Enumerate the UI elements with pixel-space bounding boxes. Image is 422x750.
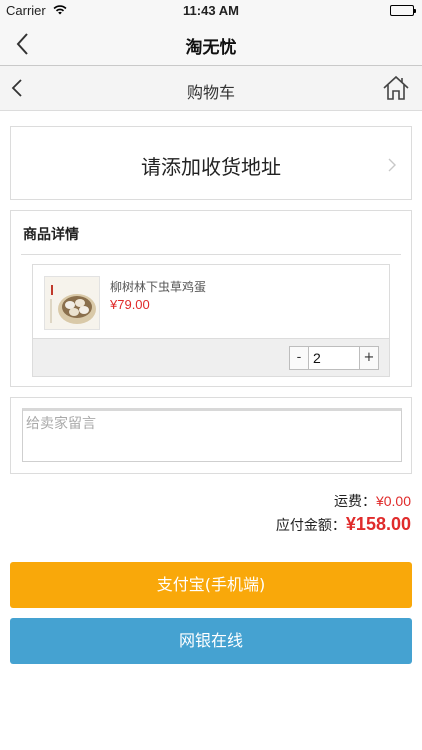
quantity-bar: - 2 + bbox=[33, 338, 389, 376]
page-title: 购物车 bbox=[186, 83, 235, 102]
seller-message-input[interactable]: 给卖家留言 bbox=[22, 408, 402, 462]
seller-message-card: 给卖家留言 bbox=[10, 397, 412, 474]
clock: 11:43 AM bbox=[183, 3, 239, 18]
product-name[interactable]: 柳树林下虫草鸡蛋 bbox=[110, 278, 206, 295]
quantity-input[interactable]: 2 bbox=[309, 347, 359, 369]
increase-quantity-button[interactable]: + bbox=[359, 347, 378, 369]
page-header: 购物车 bbox=[0, 66, 422, 111]
shipping-fee-row: 运费：¥0.00 bbox=[334, 491, 411, 511]
chevron-right-icon bbox=[387, 157, 397, 173]
status-bar: Carrier 11:43 AM bbox=[0, 0, 422, 22]
total-amount-row: 应付金额：¥158.00 bbox=[276, 514, 411, 535]
total-amount-value: ¥158.00 bbox=[345, 514, 411, 534]
add-address-label: 请添加收货地址 bbox=[141, 155, 281, 179]
shipping-fee-label: 运费： bbox=[333, 494, 376, 510]
quantity-stepper: - 2 + bbox=[289, 346, 379, 370]
online-banking-button[interactable]: 网银在线 bbox=[10, 618, 412, 664]
divider bbox=[21, 254, 401, 255]
total-amount-label: 应付金额： bbox=[275, 518, 346, 534]
alipay-button[interactable]: 支付宝(手机端) bbox=[10, 562, 412, 608]
product-detail-heading: 商品详情 bbox=[23, 227, 79, 243]
add-address-card[interactable]: 请添加收货地址 bbox=[10, 126, 412, 200]
home-icon[interactable] bbox=[382, 75, 410, 101]
app-title: 淘无忧 bbox=[185, 38, 237, 58]
decrease-quantity-button[interactable]: - bbox=[290, 347, 309, 369]
product-thumbnail[interactable] bbox=[44, 276, 100, 330]
cart-item: 柳树林下虫草鸡蛋 ¥79.00 - 2 + bbox=[32, 264, 390, 377]
shipping-fee-amount: ¥0.00 bbox=[375, 493, 411, 509]
product-detail-card: 商品详情 柳树林下虫草鸡蛋 ¥79.00 - 2 + bbox=[10, 210, 412, 387]
app-navigation-bar: 淘无忧 bbox=[0, 22, 422, 66]
product-price: ¥79.00 bbox=[110, 297, 150, 312]
battery-icon bbox=[390, 5, 416, 16]
